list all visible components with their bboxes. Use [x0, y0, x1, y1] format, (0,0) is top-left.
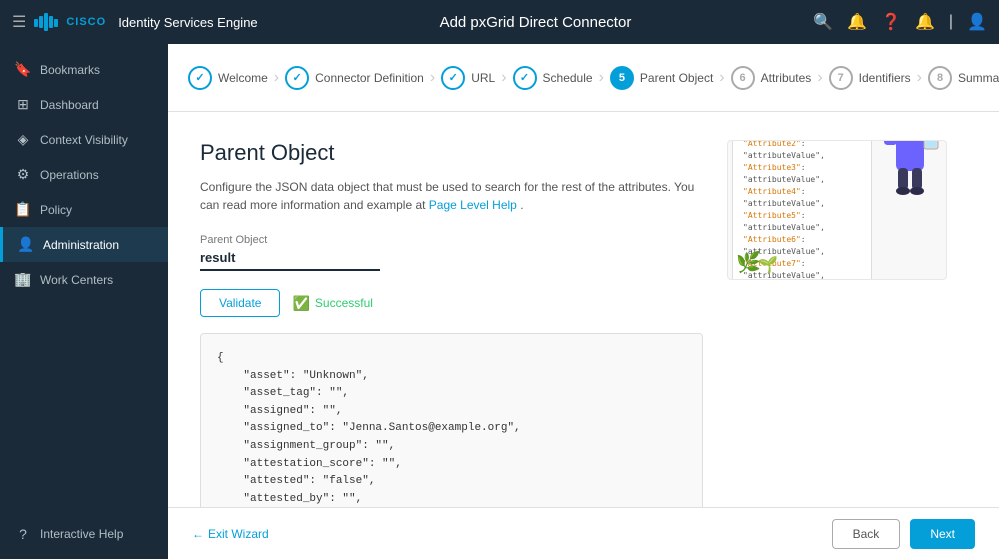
back-button[interactable]: Back	[832, 519, 901, 549]
description-dot: .	[520, 198, 523, 212]
step-label-welcome: Welcome	[218, 71, 268, 85]
success-text: Successful	[315, 296, 373, 310]
success-icon: ✅	[292, 295, 309, 312]
wizard-left-panel: Parent Object Configure the JSON data ob…	[200, 140, 703, 487]
exit-arrow-icon: ←	[192, 527, 204, 541]
step-parent-object[interactable]: 5 Parent Object	[610, 66, 713, 90]
sidebar-item-label: Work Centers	[40, 273, 113, 287]
top-nav: ☰ CISCO Identity Services Engine Add pxG…	[0, 0, 999, 44]
validate-row: Validate ✅ Successful	[200, 289, 703, 317]
sidebar-item-label: Operations	[40, 168, 99, 182]
page-title: Parent Object	[200, 140, 703, 166]
sidebar: 🔖 Bookmarks ⊞ Dashboard ◈ Context Visibi…	[0, 44, 168, 559]
user-icon[interactable]: 👤	[967, 12, 987, 32]
wizard-footer: ← Exit Wizard Back Next	[168, 507, 999, 559]
cisco-logo: CISCO	[34, 13, 106, 31]
footer-buttons: Back Next	[832, 519, 975, 549]
person-illustration	[878, 140, 942, 223]
sidebar-item-label: Dashboard	[40, 98, 99, 112]
sidebar-item-label: Interactive Help	[40, 527, 123, 541]
app-title: Identity Services Engine	[118, 15, 257, 30]
divider-2: ›	[430, 69, 435, 87]
cisco-logo-svg	[34, 13, 62, 31]
step-circle-parent: 5	[610, 66, 634, 90]
sidebar-item-dashboard[interactable]: ⊞ Dashboard	[0, 87, 168, 122]
step-label-connector: Connector Definition	[315, 71, 424, 85]
parent-object-value: result	[200, 250, 380, 271]
step-label-url: URL	[471, 71, 495, 85]
divider-1: ›	[274, 69, 279, 87]
illustration: "Parent_Object1": { "Attribute1": "attri…	[727, 140, 947, 280]
page-level-help-link[interactable]: Page Level Help	[429, 198, 517, 212]
step-attributes[interactable]: 6 Attributes	[731, 66, 812, 90]
parent-object-label: Parent Object	[200, 234, 703, 246]
step-circle-connector: ✓	[285, 66, 309, 90]
step-label-identifiers: Identifiers	[859, 71, 911, 85]
sidebar-item-label: Bookmarks	[40, 63, 100, 77]
sidebar-item-bookmarks[interactable]: 🔖 Bookmarks	[0, 52, 168, 87]
sidebar-item-label: Administration	[43, 238, 119, 252]
work-centers-icon: 🏢	[14, 271, 32, 288]
interactive-help-icon: ?	[14, 526, 32, 542]
step-summary[interactable]: 8 Summary	[928, 66, 999, 90]
success-badge: ✅ Successful	[292, 295, 372, 312]
divider-5: ›	[719, 69, 724, 87]
content-area: ✓ Welcome › ✓ Connector Definition › ✓ U…	[168, 44, 999, 559]
step-label-attributes: Attributes	[761, 71, 812, 85]
exit-wizard-link[interactable]: ← Exit Wizard	[192, 527, 269, 541]
divider-3: ›	[501, 69, 506, 87]
policy-icon: 📋	[14, 201, 32, 218]
wizard-body: Parent Object Configure the JSON data ob…	[168, 112, 999, 507]
step-identifiers[interactable]: 7 Identifiers	[829, 66, 911, 90]
next-button[interactable]: Next	[910, 519, 975, 549]
step-label-schedule: Schedule	[543, 71, 593, 85]
step-url[interactable]: ✓ URL	[441, 66, 495, 90]
help-icon[interactable]: ❓	[881, 12, 901, 32]
top-nav-actions: 🔍 🔔 ❓ 🔔 | 👤	[813, 12, 987, 32]
exit-wizard-label: Exit Wizard	[208, 527, 269, 541]
sidebar-item-administration[interactable]: 👤 Administration	[0, 227, 168, 262]
cisco-text: CISCO	[66, 16, 106, 28]
step-circle-url: ✓	[441, 66, 465, 90]
step-circle-attributes: 6	[731, 66, 755, 90]
sidebar-item-label: Policy	[40, 203, 72, 217]
search-icon[interactable]: 🔍	[813, 12, 833, 32]
sidebar-item-label: Context Visibility	[40, 133, 128, 147]
step-label-summary: Summary	[958, 71, 999, 85]
alert-icon[interactable]: 🔔	[915, 12, 935, 32]
sidebar-item-context-visibility[interactable]: ◈ Context Visibility	[0, 122, 168, 157]
sidebar-item-work-centers[interactable]: 🏢 Work Centers	[0, 262, 168, 297]
step-circle-summary: 8	[928, 66, 952, 90]
wizard-steps-bar: ✓ Welcome › ✓ Connector Definition › ✓ U…	[168, 44, 999, 112]
sidebar-item-operations[interactable]: ⚙ Operations	[0, 157, 168, 192]
page-header-title: Add pxGrid Direct Connector	[258, 14, 814, 31]
step-schedule[interactable]: ✓ Schedule	[513, 66, 593, 90]
wizard-right-panel: "Parent_Object1": { "Attribute1": "attri…	[727, 140, 967, 487]
divider-4: ›	[599, 69, 604, 87]
context-visibility-icon: ◈	[14, 131, 32, 148]
bell-icon[interactable]: 🔔	[847, 12, 867, 32]
page-description: Configure the JSON data object that must…	[200, 178, 703, 214]
code-block[interactable]: { "asset": "Unknown", "asset_tag": "", "…	[200, 333, 703, 507]
operations-icon: ⚙	[14, 166, 32, 183]
step-circle-schedule: ✓	[513, 66, 537, 90]
validate-button[interactable]: Validate	[200, 289, 280, 317]
menu-icon[interactable]: ☰	[12, 12, 26, 32]
divider-7: ›	[917, 69, 922, 87]
bookmarks-icon: 🔖	[14, 61, 32, 78]
sidebar-item-policy[interactable]: 📋 Policy	[0, 192, 168, 227]
plant-decoration-right: 🌱	[758, 255, 778, 275]
sidebar-item-interactive-help[interactable]: ? Interactive Help	[0, 517, 168, 551]
step-connector-definition[interactable]: ✓ Connector Definition	[285, 66, 424, 90]
step-welcome[interactable]: ✓ Welcome	[188, 66, 268, 90]
divider-6: ›	[817, 69, 822, 87]
administration-icon: 👤	[17, 236, 35, 253]
step-circle-welcome: ✓	[188, 66, 212, 90]
step-circle-identifiers: 7	[829, 66, 853, 90]
dashboard-icon: ⊞	[14, 96, 32, 113]
step-label-parent: Parent Object	[640, 71, 713, 85]
